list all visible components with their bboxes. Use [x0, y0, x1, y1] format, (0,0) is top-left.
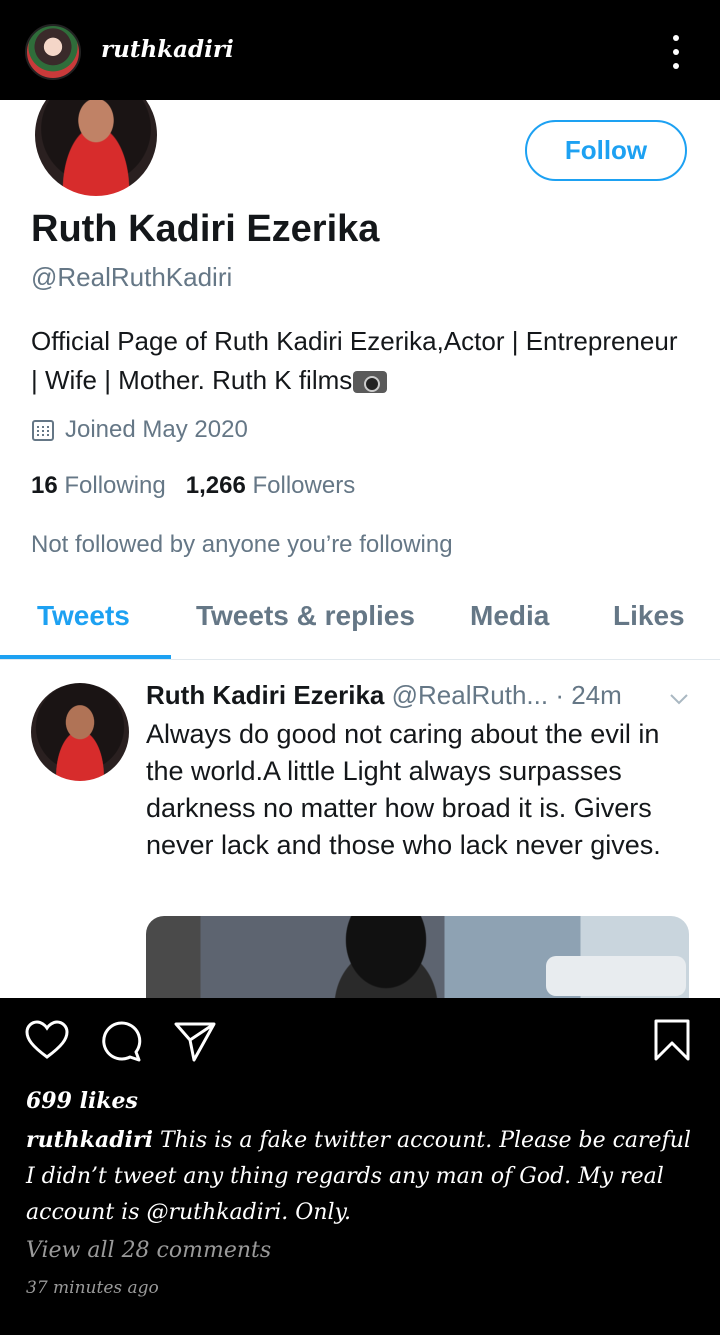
follow-button[interactable]: Follow [525, 120, 687, 181]
twitter-profile-screenshot: Follow Ruth Kadiri Ezerika @RealRuthKadi… [0, 100, 720, 998]
followers-link[interactable]: 1,266 Followers [186, 472, 355, 499]
bookmark-icon[interactable] [650, 1018, 694, 1062]
comment-icon[interactable] [98, 1018, 144, 1064]
tab-tweets[interactable]: Tweets [37, 600, 130, 632]
not-followed-note: Not followed by anyone you’re following [31, 531, 453, 558]
following-link[interactable]: 16 Following [31, 472, 166, 499]
share-icon[interactable] [172, 1018, 218, 1064]
ig-actions [24, 1018, 218, 1064]
post-caption: ruthkadiri This is a fake twitter accoun… [26, 1122, 706, 1231]
following-label: Following [64, 472, 166, 499]
followers-label: Followers [252, 472, 356, 499]
view-comments-link[interactable]: View all 28 comments [26, 1238, 271, 1263]
tweet-avatar[interactable] [31, 683, 129, 781]
like-count[interactable]: 699 likes [26, 1088, 138, 1114]
tab-media[interactable]: Media [470, 600, 549, 632]
calendar-icon [32, 420, 54, 441]
profile-bio: Official Page of Ruth Kadiri Ezerika,Act… [31, 322, 691, 400]
ig-footer: 699 likes ruthkadiri This is a fake twit… [0, 998, 720, 1335]
tab-likes[interactable]: Likes [613, 600, 685, 632]
chevron-down-icon[interactable] [668, 688, 690, 710]
post-timestamp: 37 minutes ago [26, 1278, 159, 1298]
joined-date: Joined May 2020 [31, 416, 248, 444]
media-car [546, 956, 686, 996]
following-count: 16 [31, 472, 58, 499]
ig-username[interactable]: ruthkadiri [101, 36, 234, 63]
tweet-author: Ruth Kadiri Ezerika [146, 680, 385, 710]
camera-flash-icon [352, 365, 388, 393]
caption-username[interactable]: ruthkadiri [26, 1127, 153, 1153]
profile-tabs: Tweets Tweets & replies Media Likes [0, 588, 720, 660]
tweet-meta: @RealRuth... · 24m [391, 680, 622, 710]
active-tab-indicator [0, 655, 171, 659]
followers-count: 1,266 [185, 472, 246, 499]
twitter-profile-avatar [31, 100, 161, 200]
media-person [306, 916, 466, 998]
tab-tweets-replies[interactable]: Tweets & replies [196, 600, 415, 632]
ig-header: ruthkadiri [0, 0, 720, 100]
more-options-icon[interactable] [668, 35, 684, 69]
tweet[interactable]: Ruth Kadiri Ezerika @RealRuth... · 24m A… [0, 660, 720, 998]
tweet-media-image[interactable] [146, 916, 689, 998]
tweet-text: Always do good not caring about the evil… [146, 719, 661, 860]
tweet-header: Ruth Kadiri Ezerika @RealRuth... · 24m [146, 680, 622, 711]
profile-handle: @RealRuthKadiri [31, 262, 233, 292]
follow-counts: 16 Following 1,266 Followers [31, 472, 355, 500]
heart-icon[interactable] [24, 1018, 70, 1064]
joined-date-text: Joined May 2020 [65, 416, 248, 443]
ig-avatar[interactable] [25, 24, 81, 80]
profile-name: Ruth Kadiri Ezerika [31, 208, 380, 250]
